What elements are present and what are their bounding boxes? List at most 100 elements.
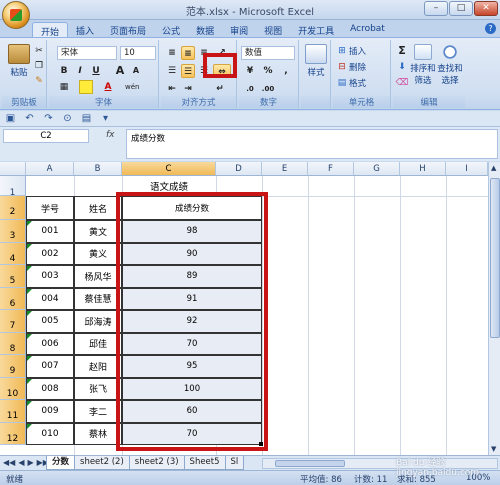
underline-button[interactable]: U [89, 64, 103, 78]
increase-decimal-icon[interactable]: .0 [243, 82, 257, 96]
tab-developer[interactable]: 开发工具 [290, 22, 342, 38]
sheet-tab[interactable]: 分数 [46, 456, 76, 470]
table-cell-id[interactable]: 004 [26, 287, 74, 310]
column-header-c[interactable]: C [122, 162, 216, 176]
table-cell-name[interactable]: 杨风华 [74, 265, 122, 288]
table-cell-name[interactable]: 蔡林 [74, 422, 122, 445]
column-header-a[interactable]: A [26, 162, 74, 176]
table-cell-id[interactable]: 009 [26, 400, 74, 423]
sheet-tab[interactable]: Sl [224, 456, 245, 470]
format-icon[interactable]: ▤ [80, 113, 93, 125]
table-cell-id[interactable]: 008 [26, 377, 74, 400]
tab-home[interactable]: 开始 [32, 22, 69, 38]
tab-review[interactable]: 审阅 [222, 22, 256, 38]
table-cell-id[interactable]: 003 [26, 265, 74, 288]
table-cell-name[interactable]: 黄义 [74, 242, 122, 265]
save-icon[interactable]: ▣ [4, 113, 17, 125]
scroll-down-icon[interactable]: ▼ [491, 445, 496, 453]
font-color-button[interactable]: A [101, 80, 115, 94]
fill-color-icon[interactable] [79, 80, 93, 94]
row-header-4[interactable]: 4 [0, 242, 26, 265]
formula-input[interactable]: 成绩分数 [126, 129, 498, 159]
minimize-button[interactable]: – [424, 1, 448, 16]
column-header-i[interactable]: I [446, 162, 488, 176]
format-cells-button[interactable]: 格式 [349, 77, 366, 89]
align-center-icon[interactable]: ☰ [181, 64, 195, 78]
italic-button[interactable]: I [73, 64, 87, 78]
name-box[interactable]: C2 [3, 129, 89, 143]
column-header-h[interactable]: H [400, 162, 446, 176]
insert-cells-button[interactable]: 插入 [349, 45, 366, 57]
table-cell-id[interactable]: 005 [26, 310, 74, 333]
font-name-select[interactable]: 宋体 [57, 46, 117, 60]
fill-icon[interactable]: ⬇ [395, 60, 409, 74]
table-cell-name[interactable]: 李二 [74, 400, 122, 423]
clear-icon[interactable]: ⌫ [395, 76, 409, 90]
table-cell-id[interactable]: 007 [26, 355, 74, 378]
tab-acrobat[interactable]: Acrobat [342, 22, 393, 38]
number-format-select[interactable]: 数值 [241, 46, 295, 60]
wrap-text-icon[interactable]: ↵ [213, 82, 227, 96]
insert-function-icon[interactable]: fx [106, 130, 115, 140]
table-cell-name[interactable]: 蔡佳慧 [74, 287, 122, 310]
sort-filter-button[interactable]: 排序和 筛选 [409, 44, 437, 86]
sheet-tab[interactable]: sheet2 (3) [128, 456, 185, 470]
table-cell-name[interactable]: 邱海涛 [74, 310, 122, 333]
scroll-up-icon[interactable]: ▲ [491, 164, 496, 172]
currency-button[interactable]: ¥ [243, 64, 257, 78]
percent-button[interactable]: % [261, 64, 275, 78]
row-header-8[interactable]: 8 [0, 332, 26, 355]
increase-indent-icon[interactable]: ⇥ [181, 82, 195, 96]
vertical-scrollbar[interactable]: ▲ ▼ [488, 162, 500, 455]
align-middle-icon[interactable]: ≡ [181, 46, 195, 60]
office-button[interactable] [2, 1, 30, 29]
tab-view[interactable]: 视图 [256, 22, 290, 38]
row-header-10[interactable]: 10 [0, 377, 26, 400]
grow-font-button[interactable]: A [113, 64, 127, 78]
header-student-id[interactable]: 学号 [26, 196, 74, 220]
styles-button[interactable]: 样式 [303, 44, 329, 78]
table-cell-name[interactable]: 张飞 [74, 377, 122, 400]
worksheet-grid[interactable]: A B C D E F G H I 1 2 3 4 5 6 7 8 9 10 1… [0, 162, 488, 455]
phonetic-button[interactable]: wén [125, 80, 139, 94]
border-icon[interactable]: ▦ [57, 80, 71, 94]
header-name[interactable]: 姓名 [74, 196, 122, 220]
font-size-select[interactable]: 10 [120, 46, 156, 60]
column-header-f[interactable]: F [308, 162, 354, 176]
help-icon[interactable]: ? [485, 23, 496, 34]
table-cell-id[interactable]: 002 [26, 242, 74, 265]
insert-cells-icon[interactable]: ⊞ [335, 44, 349, 58]
column-header-b[interactable]: B [74, 162, 122, 176]
copy-icon[interactable]: ❐ [32, 59, 46, 73]
column-header-e[interactable]: E [262, 162, 308, 176]
table-cell-name[interactable]: 邱佳 [74, 332, 122, 355]
align-top-icon[interactable]: ≡ [165, 46, 179, 60]
row-header-7[interactable]: 7 [0, 310, 26, 333]
format-painter-icon[interactable]: ✎ [32, 74, 46, 88]
row-header-12[interactable]: 12 [0, 422, 26, 445]
row-header-6[interactable]: 6 [0, 287, 26, 310]
table-cell-id[interactable]: 010 [26, 422, 74, 445]
close-button[interactable]: ✕ [474, 1, 498, 16]
first-sheet-icon[interactable]: ◀◀ [3, 458, 15, 467]
table-cell-name[interactable]: 赵阳 [74, 355, 122, 378]
column-header-d[interactable]: D [216, 162, 262, 176]
prev-sheet-icon[interactable]: ◀ [18, 458, 24, 467]
align-left-icon[interactable]: ☰ [165, 64, 179, 78]
bold-button[interactable]: B [57, 64, 71, 78]
next-sheet-icon[interactable]: ▶ [27, 458, 33, 467]
shrink-font-button[interactable]: A [129, 64, 143, 78]
cut-icon[interactable]: ✂ [32, 44, 46, 58]
row-header-5[interactable]: 5 [0, 265, 26, 288]
table-cell-id[interactable]: 001 [26, 220, 74, 243]
sheet-tab[interactable]: sheet2 (2) [74, 456, 130, 470]
redo-icon[interactable]: ↷ [42, 113, 55, 125]
undo-icon[interactable]: ↶ [23, 113, 36, 125]
preview-icon[interactable]: ⊙ [61, 113, 74, 125]
table-cell-id[interactable]: 006 [26, 332, 74, 355]
tab-page-layout[interactable]: 页面布局 [102, 22, 154, 38]
horizontal-scroll-thumb[interactable] [275, 460, 345, 467]
format-cells-icon[interactable]: ▤ [335, 76, 349, 90]
tab-formulas[interactable]: 公式 [154, 22, 188, 38]
table-cell-name[interactable]: 黄文 [74, 220, 122, 243]
